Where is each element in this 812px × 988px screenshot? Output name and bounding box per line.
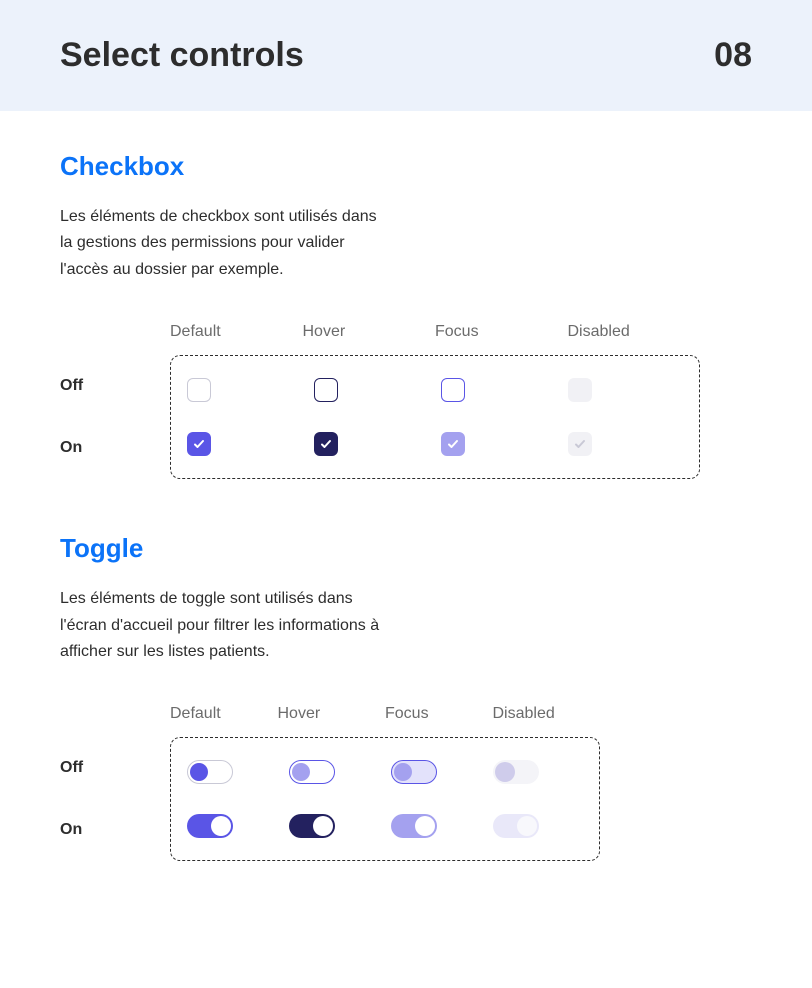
toggle-off-focus[interactable]: [391, 760, 437, 784]
checkbox-states-grid: Default Hover Focus Disabled Off On: [60, 319, 700, 479]
checkbox-heading: Checkbox: [60, 151, 752, 182]
toggle-on-focus[interactable]: [391, 814, 437, 838]
toggle-knob: [394, 763, 412, 781]
checkbox-on-hover[interactable]: [314, 432, 338, 456]
toggle-knob: [517, 816, 537, 836]
toggle-knob: [495, 762, 515, 782]
toggle-heading: Toggle: [60, 533, 752, 564]
state-column-disabled: Disabled: [493, 701, 601, 727]
checkbox-off-hover[interactable]: [314, 378, 338, 402]
checkbox-off-default[interactable]: [187, 378, 211, 402]
state-column-focus: Focus: [385, 701, 493, 727]
state-column-default: Default: [170, 319, 303, 345]
toggle-on-default[interactable]: [187, 814, 233, 838]
toggle-knob: [313, 816, 333, 836]
page-header: Select controls 08: [0, 0, 812, 111]
toggle-off-default[interactable]: [187, 760, 233, 784]
toggle-description: Les éléments de toggle sont utilisés dan…: [60, 586, 390, 665]
state-column-hover: Hover: [303, 319, 436, 345]
toggle-on-disabled: [493, 814, 539, 838]
state-column-default: Default: [170, 701, 278, 727]
state-row-on: On: [60, 821, 170, 839]
state-column-disabled: Disabled: [568, 319, 701, 345]
toggle-off-hover[interactable]: [289, 760, 335, 784]
toggle-knob: [211, 816, 231, 836]
toggle-section: Toggle Les éléments de toggle sont utili…: [60, 533, 752, 861]
state-row-off: Off: [60, 759, 170, 777]
state-row-on: On: [60, 439, 170, 457]
checkbox-off-disabled: [568, 378, 592, 402]
checkbox-section: Checkbox Les éléments de checkbox sont u…: [60, 151, 752, 479]
checkbox-description: Les éléments de checkbox sont utilisés d…: [60, 204, 390, 283]
state-row-off: Off: [60, 377, 170, 395]
toggle-knob: [292, 763, 310, 781]
toggle-on-hover[interactable]: [289, 814, 335, 838]
state-column-hover: Hover: [278, 701, 386, 727]
checkbox-on-default[interactable]: [187, 432, 211, 456]
toggle-knob: [415, 816, 435, 836]
checkbox-on-focus[interactable]: [441, 432, 465, 456]
checkbox-off-focus[interactable]: [441, 378, 465, 402]
toggle-off-disabled: [493, 760, 539, 784]
state-column-focus: Focus: [435, 319, 568, 345]
toggle-states-grid: Default Hover Focus Disabled Off On: [60, 701, 600, 861]
checkbox-on-disabled: [568, 432, 592, 456]
toggle-knob: [190, 763, 208, 781]
page-title: Select controls: [60, 36, 304, 75]
page-number: 08: [714, 36, 752, 75]
